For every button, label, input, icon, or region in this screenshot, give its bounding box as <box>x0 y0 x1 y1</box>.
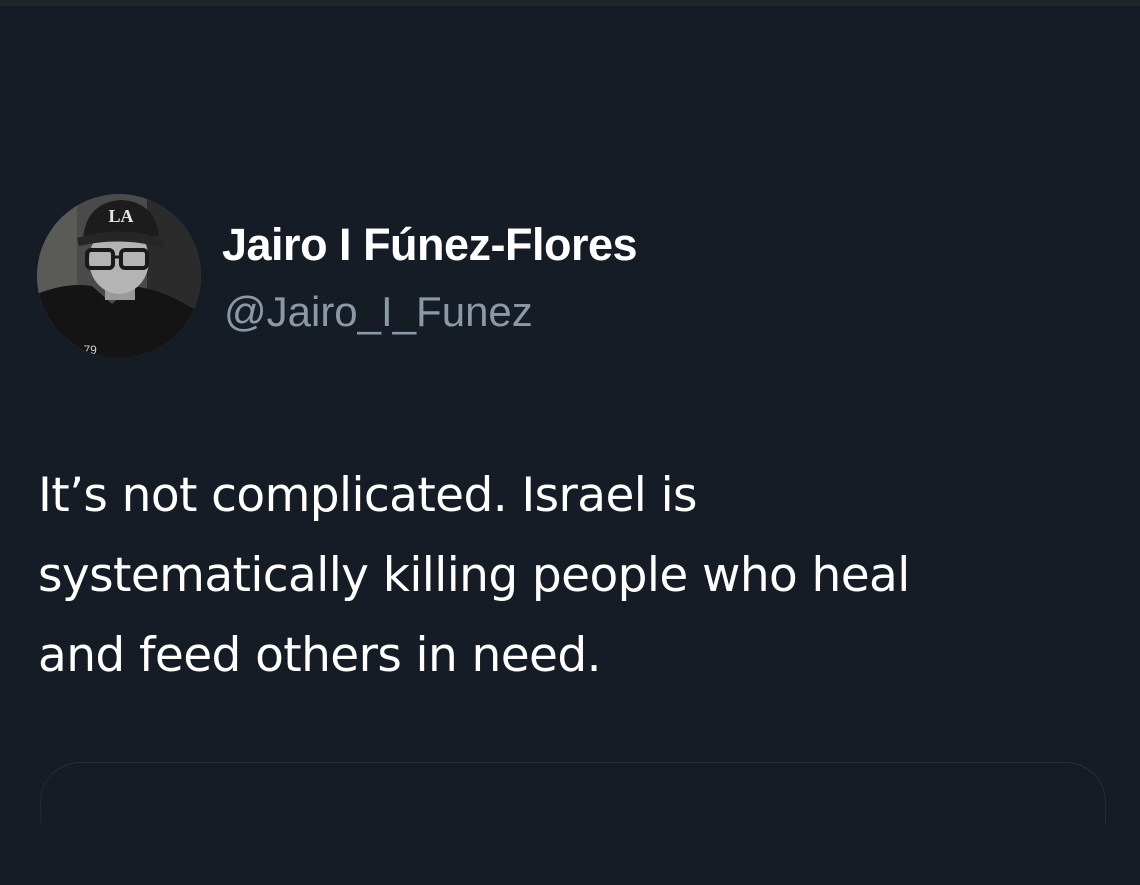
tweet-card: LA ≈≈ 79 Jairo I Fúnez-Flores @Jairo_I_F… <box>0 0 1140 885</box>
author-display-name[interactable]: Jairo I Fúnez-Flores <box>222 218 638 272</box>
tweet-text-line: systematically killing people who heal <box>38 548 910 603</box>
tweet-text-line: It’s not complicated. Israel is <box>38 468 698 523</box>
avatar-photo: LA ≈≈ 79 <box>37 194 201 358</box>
embedded-card-edge <box>40 762 1106 823</box>
author-handle[interactable]: @Jairo_I_Funez <box>224 287 533 337</box>
tweet-body: It’s not complicated. Israel is systemat… <box>38 456 1118 696</box>
svg-text:≈≈ 79: ≈≈ 79 <box>67 343 97 357</box>
cap-logo: LA <box>108 206 133 226</box>
avatar[interactable]: LA ≈≈ 79 <box>37 194 201 358</box>
tweet-text-line: and feed others in need. <box>38 628 602 683</box>
